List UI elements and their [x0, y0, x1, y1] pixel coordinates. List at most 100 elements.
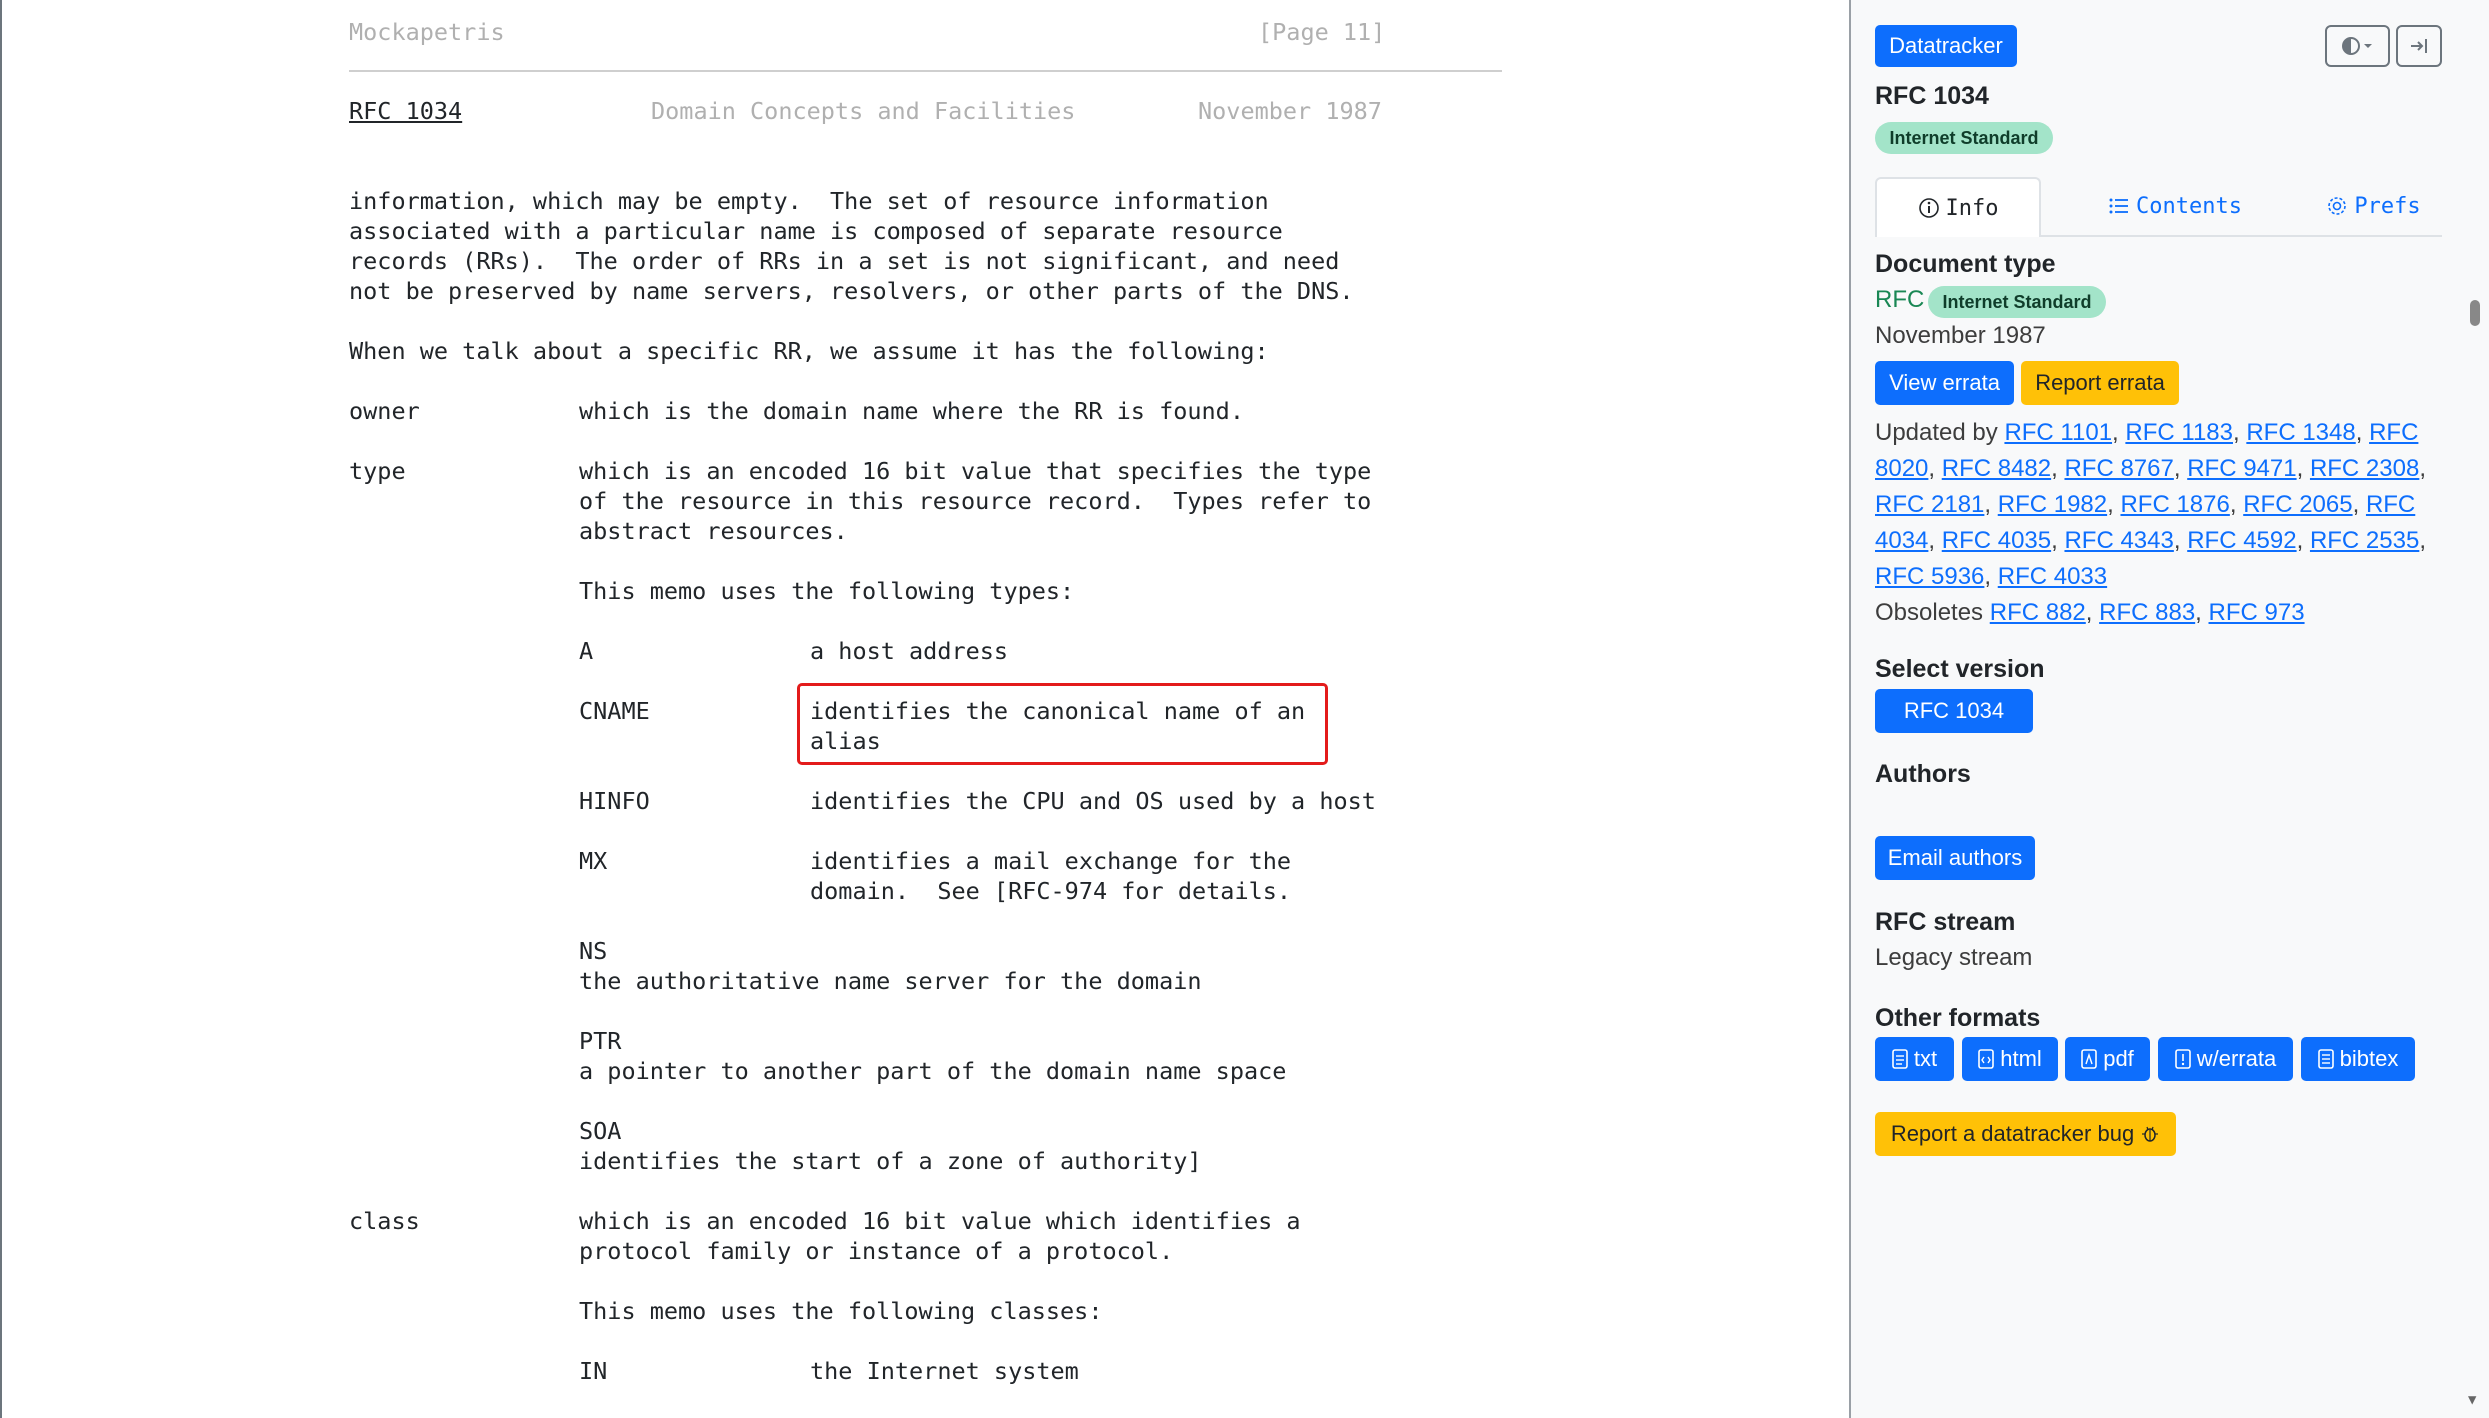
rfc-link[interactable]: RFC 1348: [2246, 419, 2355, 446]
doc-type: RFC: [1875, 286, 1925, 313]
report-bug-button[interactable]: Report a datatracker bug: [1875, 1112, 2176, 1156]
document-type-heading: Document type: [1875, 250, 2056, 278]
def-ns: the authoritative name server for the do…: [579, 967, 1202, 995]
rfc-link[interactable]: RFC 4343: [2064, 527, 2173, 554]
doc-line: When we talk about a specific RR, we ass…: [349, 337, 1269, 365]
def-type: of the resource in this resource record.…: [579, 487, 1372, 515]
rfc-link[interactable]: RFC 4033: [1998, 563, 2107, 590]
tab-prefs-label: Prefs: [2354, 193, 2421, 219]
updated-by-label: Updated by: [1875, 419, 1998, 446]
doc-type-badge: Internet Standard: [1928, 286, 2106, 318]
term-owner: owner: [349, 397, 420, 425]
tab-info[interactable]: Info: [1875, 177, 2041, 237]
theme-toggle-button[interactable]: [2325, 25, 2390, 67]
sidebar-scrollbar-thumb[interactable]: [2470, 300, 2480, 326]
collapse-sidebar-button[interactable]: [2396, 25, 2442, 67]
sidebar-collapse-icon: [2411, 39, 2427, 53]
format-bibtex-label: bibtex: [2339, 1046, 2399, 1071]
term-class: class: [349, 1207, 420, 1235]
running-date: November 1987: [1198, 97, 1382, 125]
window-left-border: [0, 0, 2, 1418]
def-mx: identifies a mail exchange for the: [810, 847, 1292, 875]
version-button[interactable]: RFC 1034: [1875, 689, 2033, 733]
highlight-box: [797, 683, 1328, 765]
sidebar-tabs: Info Contents Prefs: [1875, 177, 2442, 237]
rfc-link[interactable]: RFC 1982: [1998, 491, 2107, 518]
rfc-link[interactable]: RFC 2065: [2243, 491, 2352, 518]
rfc-link[interactable]: RFC 4592: [2187, 527, 2296, 554]
rfc-link[interactable]: RFC 1034: [349, 96, 462, 126]
report-errata-button[interactable]: Report errata: [2021, 361, 2179, 405]
types-intro: This memo uses the following types:: [579, 577, 1075, 605]
rfc-link[interactable]: RFC 2181: [1875, 491, 1984, 518]
rfc-link[interactable]: RFC 9471: [2187, 455, 2296, 482]
authors-heading: Authors: [1875, 760, 1971, 788]
tab-info-label: Info: [1945, 195, 1999, 221]
def-type: abstract resources.: [579, 517, 848, 545]
doc-line: not be preserved by name servers, resolv…: [349, 277, 1354, 305]
file-pdf-icon: [2081, 1049, 2098, 1069]
rfc-link[interactable]: RFC 882: [1990, 599, 2086, 626]
list-icon: [2109, 198, 2129, 214]
rfc-title: RFC 1034: [1875, 82, 1989, 110]
updated-by: Updated by RFC 1101, RFC 1183, RFC 1348,…: [1875, 419, 2426, 626]
classes-intro: This memo uses the following classes:: [579, 1297, 1103, 1325]
rfc-stream-heading: RFC stream: [1875, 908, 2016, 936]
running-title: Domain Concepts and Facilities: [651, 97, 1076, 125]
contrast-icon: [2341, 37, 2372, 55]
file-text-icon: [1892, 1049, 1908, 1069]
rfc-link[interactable]: RFC 883: [2099, 599, 2195, 626]
email-authors-button[interactable]: Email authors: [1875, 836, 2035, 880]
datatracker-button[interactable]: Datatracker: [1875, 25, 2017, 67]
gear-icon: [2328, 197, 2347, 215]
term-ptr: PTR: [579, 1027, 622, 1055]
term-ns: NS: [579, 937, 608, 965]
tab-prefs[interactable]: Prefs: [2305, 177, 2442, 235]
rfc-link[interactable]: RFC 2308: [2310, 455, 2419, 482]
rfc-link[interactable]: RFC 2535: [2310, 527, 2419, 554]
rfc-link[interactable]: RFC 4035: [1942, 527, 2051, 554]
rfc-stream-value: Legacy stream: [1875, 944, 2033, 971]
term-hinfo: HINFO: [579, 787, 650, 815]
doc-line: information, which may be empty. The set…: [349, 187, 1269, 215]
term-in: IN: [579, 1357, 608, 1385]
format-bibtex-button[interactable]: bibtex: [2301, 1037, 2415, 1081]
page-number: [Page 11]: [1258, 18, 1386, 46]
format-txt-button[interactable]: txt: [1875, 1037, 1954, 1081]
tab-contents[interactable]: Contents: [2085, 177, 2265, 235]
rfc-link[interactable]: RFC 973: [2209, 599, 2305, 626]
rfc-link[interactable]: RFC 8767: [2064, 455, 2173, 482]
rfc-link[interactable]: RFC 8482: [1942, 455, 2051, 482]
def-class: which is an encoded 16 bit value which i…: [579, 1207, 1301, 1235]
format-html-button[interactable]: html: [1962, 1037, 2058, 1081]
def-a: a host address: [810, 637, 1009, 665]
format-pdf-label: pdf: [2103, 1046, 2134, 1071]
scroll-down-arrow[interactable]: ▼: [2468, 1392, 2482, 1408]
report-bug-label: Report a datatracker bug: [1890, 1121, 2135, 1146]
def-type: which is an encoded 16 bit value that sp…: [579, 457, 1372, 485]
term-mx: MX: [579, 847, 608, 875]
view-errata-button[interactable]: View errata: [1875, 361, 2014, 405]
file-bibtex-icon: [2317, 1049, 2334, 1069]
rfc-link[interactable]: RFC 1101: [2004, 419, 2112, 446]
rfc-link[interactable]: RFC 5936: [1875, 563, 1984, 590]
term-soa: SOA: [579, 1117, 622, 1145]
def-class: protocol family or instance of a protoco…: [579, 1237, 1174, 1265]
rfc-link[interactable]: RFC 1183: [2125, 419, 2233, 446]
doc-date: November 1987: [1875, 322, 2046, 349]
def-in: the Internet system: [810, 1357, 1079, 1385]
doc-line: associated with a particular name is com…: [349, 217, 1283, 245]
other-formats-heading: Other formats: [1875, 1004, 2041, 1032]
format-pdf-button[interactable]: pdf: [2065, 1037, 2150, 1081]
page-divider: [349, 70, 1502, 72]
term-a: A: [579, 637, 594, 665]
format-errata-button[interactable]: w/errata: [2158, 1037, 2293, 1081]
doc-line: records (RRs). The order of RRs in a set…: [349, 247, 1340, 275]
select-version-heading: Select version: [1875, 655, 2045, 683]
term-cname: CNAME: [579, 697, 650, 725]
def-soa: identifies the start of a zone of author…: [579, 1147, 1202, 1175]
def-ptr: a pointer to another part of the domain …: [579, 1057, 1287, 1085]
rfc-link[interactable]: RFC 1876: [2120, 491, 2229, 518]
format-html-label: html: [2000, 1046, 2042, 1071]
file-code-icon: [1978, 1049, 1995, 1069]
